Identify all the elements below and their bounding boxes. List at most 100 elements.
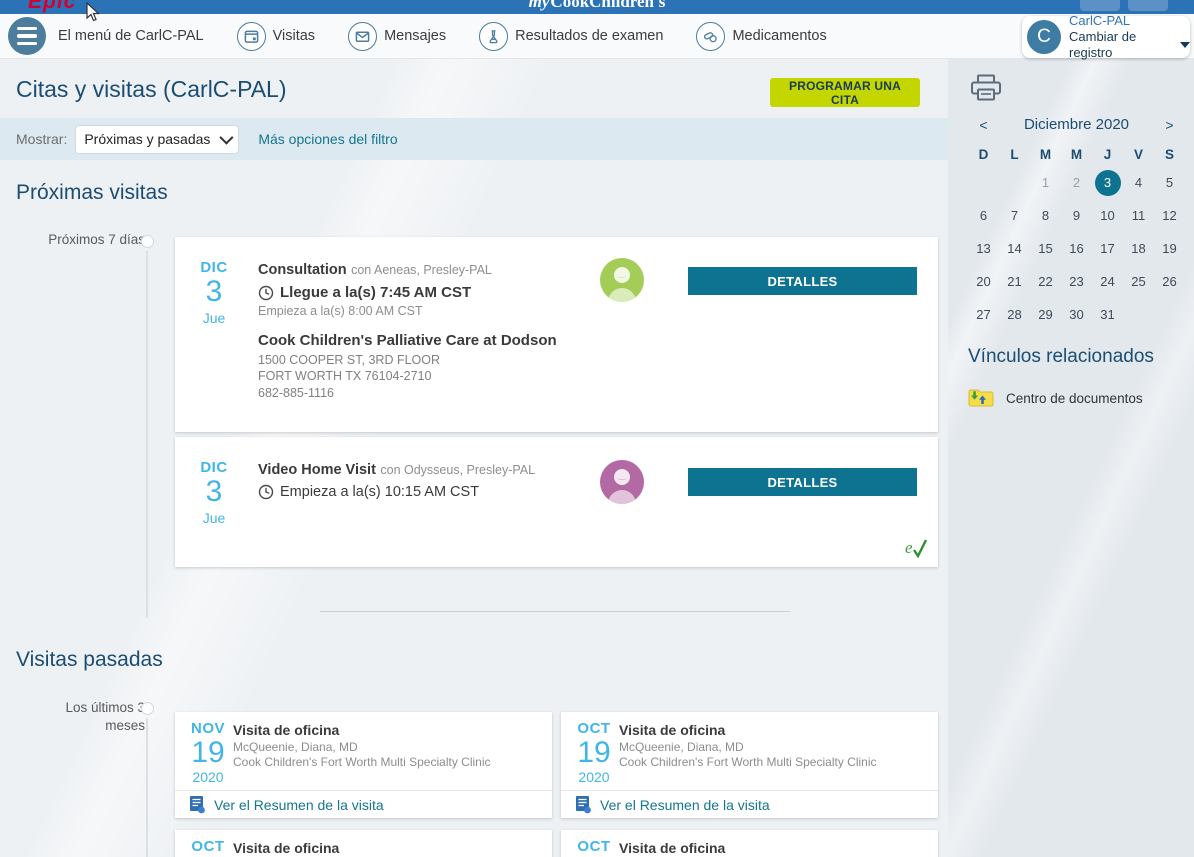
calendar-grid: DLMMJVS123456789101112131415161718192021…	[968, 142, 1185, 331]
nav-label: Visitas	[273, 28, 315, 44]
calendar-day[interactable]: 29	[1030, 298, 1061, 331]
appointment-location: Cook Children's Palliative Care at Dodso…	[258, 332, 588, 349]
calendar-day[interactable]: 31	[1092, 298, 1123, 331]
appointment-provider: con Aeneas, Presley-PAL	[351, 263, 492, 277]
clock-icon	[258, 285, 274, 301]
calendar-month-label: Diciembre 2020	[1024, 116, 1129, 133]
calendar-prev-button[interactable]: <	[968, 117, 999, 133]
calendar-day-empty	[968, 166, 999, 199]
user-avatar: C	[1027, 20, 1061, 54]
past-visit-date: OCT	[185, 838, 231, 855]
flask-icon	[479, 22, 508, 51]
calendar-header: < Diciembre 2020 >	[968, 116, 1185, 133]
calendar-day-header: M	[1061, 142, 1092, 166]
start-time: Empieza a la(s) 10:15 AM CST	[280, 484, 479, 500]
provider-avatar-green	[600, 258, 644, 302]
related-links-heading: Vínculos relacionados	[968, 346, 1154, 368]
chevron-down-icon	[220, 131, 234, 145]
menu-icon[interactable]	[8, 17, 46, 55]
show-filter-select[interactable]: Próximas y pasadas	[76, 126, 238, 153]
print-icon[interactable]	[970, 74, 1002, 107]
calendar-day-header: L	[999, 142, 1030, 166]
calendar-day[interactable]: 2	[1061, 166, 1092, 199]
calendar-day[interactable]: 6	[968, 199, 999, 232]
calendar-day[interactable]: 12	[1154, 199, 1185, 232]
document-icon	[575, 795, 592, 814]
calendar-day-empty	[1123, 298, 1154, 331]
calendar-day[interactable]: 28	[999, 298, 1030, 331]
visit-clinic: Cook Children's Fort Worth Multi Special…	[233, 755, 544, 769]
calendar-day[interactable]: 4	[1123, 166, 1154, 199]
calendar-day[interactable]: 18	[1123, 232, 1154, 265]
calendar-day[interactable]: 14	[999, 232, 1030, 265]
details-button[interactable]: DETALLES	[688, 267, 917, 295]
schedule-appointment-button[interactable]: PROGRAMAR UNA CITA	[770, 78, 920, 107]
timeline-label-upcoming: Próximos 7 días	[20, 231, 145, 249]
appointment-date: DIC 3 Jue	[191, 459, 237, 526]
address-line-1: 1500 COOPER ST, 3RD FLOOR	[258, 352, 588, 368]
visit-type: Visita de oficina	[619, 840, 930, 856]
visit-summary-link[interactable]: Ver el Resumen de la visita	[175, 790, 552, 818]
calendar-day[interactable]: 10	[1092, 199, 1123, 232]
switch-record-label: Cambiar de registro	[1069, 29, 1175, 62]
calendar-day[interactable]: 26	[1154, 265, 1185, 298]
appointments-page: Epic myCookChildren's El menú de CarlC-P…	[0, 0, 1194, 857]
calendar-day[interactable]: 13	[968, 232, 999, 265]
past-visits-heading: Visitas pasadas	[16, 648, 163, 672]
nav-item-resultados[interactable]: Resultados de examen	[479, 22, 663, 51]
nav-item-medicamentos[interactable]: Medicamentos	[696, 22, 826, 51]
arrive-time: Llegue a la(s) 7:45 AM CST	[280, 284, 471, 301]
phone-number: 682-885-1116	[258, 385, 588, 401]
calendar-day-empty	[999, 166, 1030, 199]
calendar-next-button[interactable]: >	[1154, 117, 1185, 133]
nav-bar: El menú de CarlC-PAL Visitas Mensajes Re…	[0, 14, 1194, 59]
past-visit-card: NOV 19 2020 Visita de oficina McQueenie,…	[175, 712, 552, 818]
upcoming-visits-heading: Próximas visitas	[16, 181, 168, 205]
past-visit-card: OCT Visita de oficina	[561, 830, 938, 857]
calendar-day[interactable]: 22	[1030, 265, 1061, 298]
visit-provider: McQueenie, Diana, MD	[619, 740, 930, 754]
details-button[interactable]: DETALLES	[688, 468, 917, 496]
user-switcher[interactable]: C CarlC-PAL Cambiar de registro	[1022, 16, 1190, 58]
document-icon	[189, 795, 206, 814]
main-content: Citas y visitas (CarlC-PAL) PROGRAMAR UN…	[0, 58, 948, 857]
pills-icon	[696, 22, 725, 51]
calendar-day[interactable]: 15	[1030, 232, 1061, 265]
epic-logo: Epic	[28, 0, 76, 14]
calendar-day[interactable]: 30	[1061, 298, 1092, 331]
calendar-day[interactable]: 23	[1061, 265, 1092, 298]
calendar-day[interactable]: 17	[1092, 232, 1123, 265]
past-visit-date: NOV 19 2020	[185, 720, 231, 785]
appointment-provider: con Odysseus, Presley-PAL	[380, 463, 535, 477]
calendar-day[interactable]: 27	[968, 298, 999, 331]
calendar-day[interactable]: 1	[1030, 166, 1061, 199]
calendar-day[interactable]: 24	[1092, 265, 1123, 298]
banner-button-right[interactable]	[1128, 0, 1168, 11]
calendar-day[interactable]: 20	[968, 265, 999, 298]
calendar-day[interactable]: 5	[1154, 166, 1185, 199]
appointment-date: DIC 3 Jue	[191, 259, 237, 326]
calendar-day[interactable]: 25	[1123, 265, 1154, 298]
calendar-day[interactable]: 19	[1154, 232, 1185, 265]
timeline-dot	[141, 235, 154, 248]
echeckin-icon: e	[904, 537, 928, 561]
visit-clinic: Cook Children's Fort Worth Multi Special…	[619, 755, 930, 769]
calendar-day[interactable]: 16	[1061, 232, 1092, 265]
more-filter-options-link[interactable]: Más opciones del filtro	[258, 131, 397, 147]
nav-item-visitas[interactable]: Visitas	[237, 22, 315, 51]
banner-button-left[interactable]	[1080, 0, 1120, 11]
calendar-day[interactable]: 7	[999, 199, 1030, 232]
calendar-day[interactable]: 3	[1092, 166, 1123, 199]
brand-wordmark: myCookChildren's	[529, 0, 666, 12]
start-time: Empieza a la(s) 8:00 AM CST	[258, 304, 588, 318]
visit-type: Visita de oficina	[233, 840, 544, 856]
clock-icon	[258, 484, 274, 500]
calendar-day[interactable]: 11	[1123, 199, 1154, 232]
nav-item-mensajes[interactable]: Mensajes	[348, 22, 446, 51]
calendar-day[interactable]: 8	[1030, 199, 1061, 232]
menu-label[interactable]: El menú de CarlC-PAL	[58, 28, 204, 44]
calendar-day[interactable]: 21	[999, 265, 1030, 298]
document-center-link[interactable]: Centro de documentos	[968, 388, 1143, 408]
calendar-day[interactable]: 9	[1061, 199, 1092, 232]
visit-summary-link[interactable]: Ver el Resumen de la visita	[561, 790, 938, 818]
